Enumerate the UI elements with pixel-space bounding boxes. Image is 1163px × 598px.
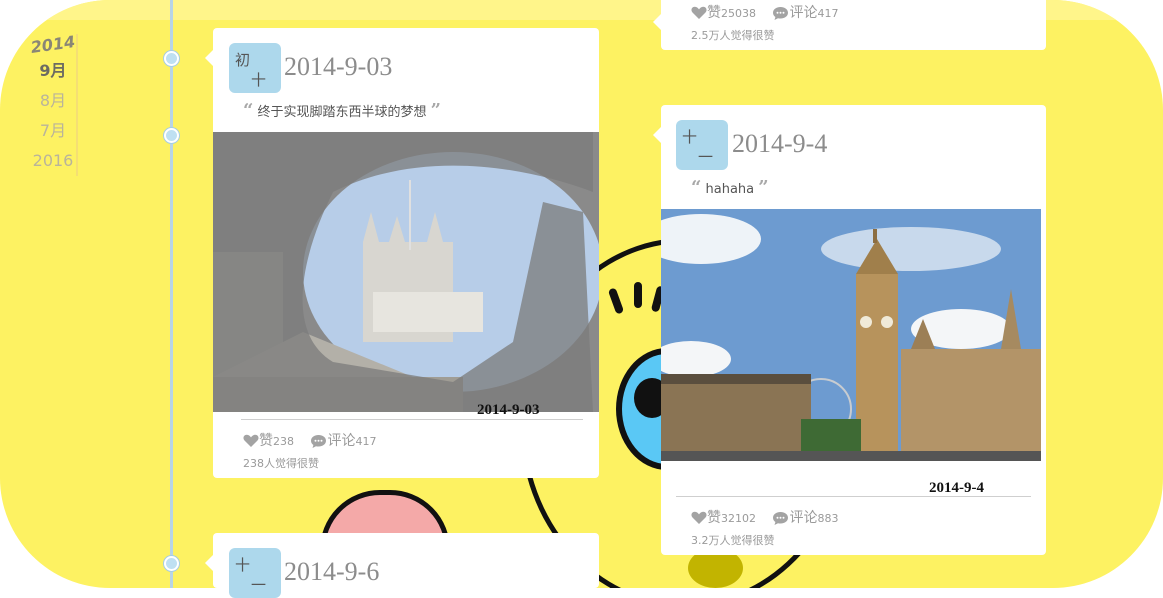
heart-icon <box>243 434 259 447</box>
badge-bottom-text: 十 <box>251 71 267 89</box>
post-stats: 赞25038 评论417 <box>691 2 838 22</box>
card-divider <box>241 419 583 420</box>
badge-bottom-text: 一 <box>698 148 714 166</box>
quote-open-icon: “ <box>243 100 254 121</box>
like-label: 赞 <box>707 510 721 526</box>
post-date: 2014-9-6 <box>284 557 380 586</box>
quote-text: 终于实现脚踏东西半球的梦想 <box>257 105 427 120</box>
timeline-node[interactable] <box>164 556 179 571</box>
comment-label: 评论 <box>789 5 818 21</box>
nav-item-year-2016[interactable]: 2016 <box>30 146 76 176</box>
post-photo[interactable] <box>661 209 1041 461</box>
lunar-date-badge: 十 一 <box>229 548 281 598</box>
quote-close-icon: ” <box>430 100 442 121</box>
post-date: 2014-9-4 <box>732 129 828 158</box>
badge-bottom-text: 一 <box>251 576 267 594</box>
like-button[interactable]: 赞238 <box>243 433 298 449</box>
timeline-post-card[interactable]: 十 一 2014-9-4 “ hahaha ” 2014-9-4 赞32102 … <box>653 105 1046 555</box>
comment-count: 883 <box>817 512 839 525</box>
like-count: 238 <box>273 435 294 448</box>
photo-caption: 2014-9-4 <box>929 480 984 496</box>
timeline-post-card[interactable]: 赞25038 评论417 2.5万人觉得很赞 <box>653 0 1046 50</box>
comment-label: 评论 <box>327 433 356 449</box>
comment-button[interactable]: 评论417 <box>310 433 376 449</box>
card-divider <box>676 496 1031 497</box>
like-button[interactable]: 赞32102 <box>691 510 760 526</box>
comment-count: 417 <box>355 435 377 448</box>
post-date: 2014-9-03 <box>284 52 393 81</box>
timeline-post-card[interactable]: 十 一 2014-9-6 <box>205 533 599 598</box>
lunar-date-badge: 十 一 <box>676 120 728 170</box>
comment-button[interactable]: 评论883 <box>772 510 838 526</box>
timeline-node[interactable] <box>164 51 179 66</box>
comment-bubble-icon <box>773 6 789 20</box>
timeline-post-card[interactable]: 初 十 2014-9-03 “ 终于实现脚踏东西半球的梦想 ” 2014-9-0… <box>205 28 599 478</box>
like-label: 赞 <box>707 5 721 21</box>
date-nav: 2014 9月 8月 7月 2016 <box>29 31 78 176</box>
like-button[interactable]: 赞25038 <box>691 5 760 21</box>
liked-summary: 3.2万人觉得很赞 <box>691 534 775 547</box>
comment-count: 417 <box>817 7 839 20</box>
comment-button[interactable]: 评论417 <box>772 5 838 21</box>
timeline-line <box>170 0 173 588</box>
post-stats: 赞32102 评论883 <box>691 507 838 527</box>
timeline-node[interactable] <box>164 128 179 143</box>
heart-icon <box>691 6 707 19</box>
nav-item-month-7[interactable]: 7月 <box>30 116 76 146</box>
like-label: 赞 <box>259 433 273 449</box>
lunar-date-badge: 初 十 <box>229 43 281 93</box>
like-count: 25038 <box>721 7 756 20</box>
spongebob-lash <box>634 282 642 308</box>
heart-icon <box>691 511 707 524</box>
liked-summary: 2.5万人觉得很赞 <box>691 29 775 42</box>
post-quote: “ 终于实现脚踏东西半球的梦想 ” <box>243 100 441 121</box>
like-count: 32102 <box>721 512 756 525</box>
quote-text: hahaha <box>705 182 755 197</box>
post-photo[interactable] <box>213 132 599 412</box>
badge-top-text: 十 <box>235 556 251 574</box>
liked-summary: 238人觉得很赞 <box>243 457 319 470</box>
comment-bubble-icon <box>311 434 327 448</box>
nav-item-month-9[interactable]: 9月 <box>30 56 76 86</box>
badge-top-text: 十 <box>682 128 698 146</box>
post-quote: “ hahaha ” <box>691 177 769 198</box>
badge-top-text: 初 <box>235 51 251 69</box>
quote-close-icon: ” <box>758 177 769 198</box>
comment-label: 评论 <box>789 510 818 526</box>
comment-bubble-icon <box>773 511 789 525</box>
photo-caption: 2014-9-03 <box>477 402 540 418</box>
nav-year[interactable]: 2014 <box>29 31 78 59</box>
nav-item-month-8[interactable]: 8月 <box>30 86 76 116</box>
post-stats: 赞238 评论417 <box>243 430 376 450</box>
quote-open-icon: “ <box>691 177 702 198</box>
